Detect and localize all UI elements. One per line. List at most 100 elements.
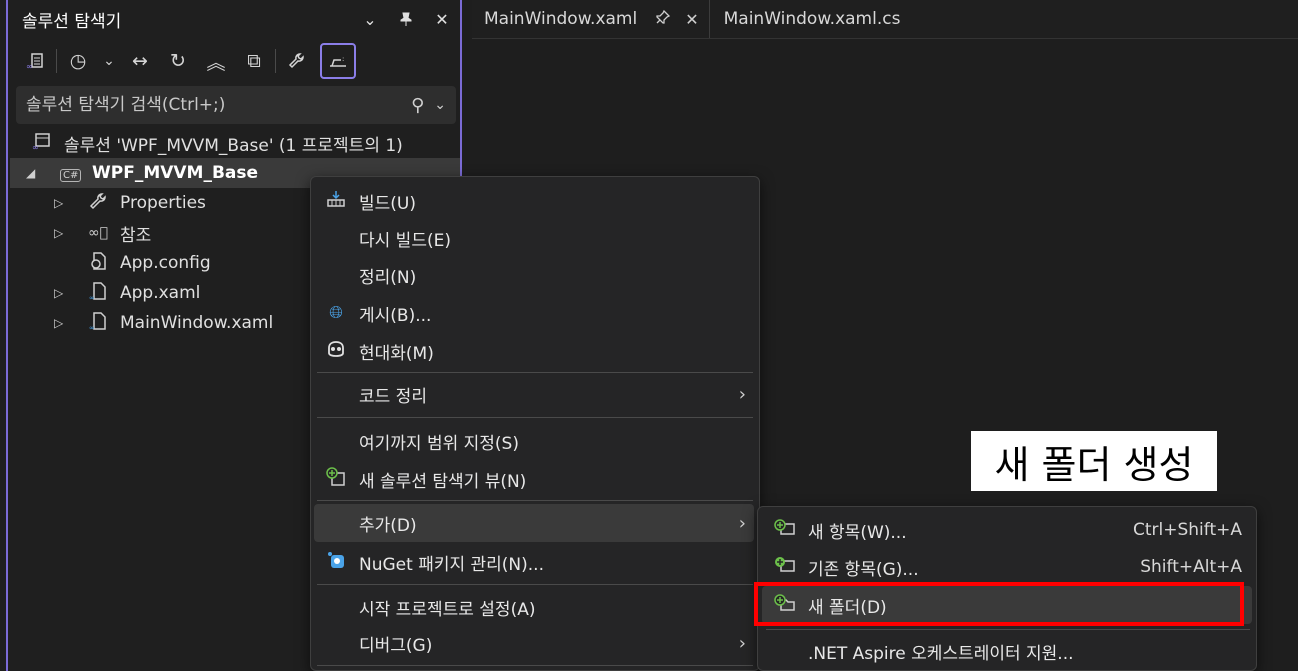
menu-item-set-startup[interactable]: 시작 프로젝트로 설정(A) [314, 588, 754, 626]
collapsed-arrow-icon[interactable]: ▷ [54, 226, 63, 240]
menu-separator [766, 629, 1250, 630]
new-item-icon [774, 519, 796, 541]
tab-label: MainWindow.xaml.cs [723, 9, 901, 29]
menu-item-label: 추가(D) [359, 515, 417, 536]
menu-item-label: 새 솔루션 탐색기 뷰(N) [359, 471, 527, 492]
references-icon: ∞⃝ [88, 225, 109, 241]
menu-item-debug[interactable]: 디버그(G) › [314, 624, 754, 662]
tree-item-label: MainWindow.xaml [120, 313, 274, 333]
copilot-icon [324, 340, 348, 363]
highlight-box [754, 582, 1244, 626]
tab-mainwindow-xaml[interactable]: MainWindow.xaml ✕ [472, 0, 710, 38]
menu-separator [317, 584, 753, 585]
submenu-item-aspire[interactable]: .NET Aspire 오케스트레이터 지원... [762, 632, 1252, 670]
menu-item-modernize[interactable]: 현대화(M) [314, 332, 754, 370]
context-menu: 빌드(U) 다시 빌드(E) 정리(N) 🌐︎ 게시(B)... 현대화(M) … [310, 176, 760, 671]
menu-item-clean[interactable]: 정리(N) [314, 256, 754, 294]
menu-item-build[interactable]: 빌드(U) [314, 182, 754, 220]
search-box[interactable]: ⚲ ⌄ [16, 86, 456, 124]
refresh-icon[interactable]: ↻ [159, 43, 197, 79]
panel-title: 솔루션 탐색기 [22, 11, 122, 32]
config-file-icon [88, 251, 108, 276]
xaml-file-icon: ∞ [88, 281, 108, 306]
properties-wrench-icon[interactable] [278, 43, 316, 79]
shortcut-label: Shift+Alt+A [1140, 557, 1242, 577]
tree-item-label: 솔루션 'WPF_MVVM_Base' (1 프로젝트의 1) [64, 135, 403, 156]
chevron-down-icon[interactable]: ⌄ [97, 43, 121, 79]
menu-separator [317, 417, 753, 418]
xaml-file-icon: ∞ [88, 311, 108, 336]
menu-separator [317, 665, 753, 666]
chevron-right-icon: › [738, 383, 746, 405]
menu-item-label: 코드 정리 [359, 386, 427, 407]
chevron-right-icon: › [738, 632, 746, 654]
menu-item-scope-to-this[interactable]: 여기까지 범위 지정(S) [314, 422, 754, 460]
shortcut-label: Ctrl+Shift+A [1132, 520, 1242, 540]
sync-icon[interactable]: ↔ [121, 43, 159, 79]
toolbar-separator [275, 49, 276, 73]
menu-item-label: 다시 빌드(E) [359, 230, 451, 251]
solution-icon: ∞ [32, 131, 52, 156]
menu-item-label: 게시(B)... [359, 305, 432, 326]
tab-label: MainWindow.xaml [484, 9, 638, 29]
svg-text:∞: ∞ [26, 62, 33, 71]
menu-item-rebuild[interactable]: 다시 빌드(E) [314, 219, 754, 257]
submenu-item-new-item[interactable]: 새 항목(W)... Ctrl+Shift+A [762, 511, 1252, 549]
tab-mainwindow-xaml-cs[interactable]: MainWindow.xaml.cs [710, 0, 911, 38]
collapse-all-icon[interactable]: ︽ [197, 43, 235, 79]
search-input[interactable] [26, 95, 412, 115]
history-icon[interactable]: ◷ [59, 43, 97, 79]
collapsed-arrow-icon[interactable]: ▷ [54, 316, 63, 330]
menu-item-nuget[interactable]: NuGet 패키지 관리(N)... [314, 543, 754, 581]
submenu-item-label: 새 항목(W)... [808, 522, 907, 543]
menu-item-label: NuGet 패키지 관리(N)... [359, 554, 544, 575]
show-all-files-icon[interactable]: ⧉ [235, 43, 273, 79]
collapsed-arrow-icon[interactable]: ▷ [54, 286, 63, 300]
menu-item-code-cleanup[interactable]: 코드 정리 › [314, 375, 754, 413]
expanded-arrow-icon[interactable]: ◢ [26, 166, 35, 180]
tree-item-label: App.xaml [120, 283, 201, 303]
solution-explorer-toolbar: ∞ ◷ ⌄ ↔ ↻ ︽ ⧉ : [10, 40, 460, 82]
svg-text:∞: ∞ [32, 143, 39, 151]
menu-separator [317, 500, 753, 501]
menu-item-new-explorer-view[interactable]: 새 솔루션 탐색기 뷰(N) [314, 460, 754, 498]
menu-item-label: 여기까지 범위 지정(S) [359, 433, 519, 454]
svg-text:∞: ∞ [89, 324, 95, 331]
annotation-label: 새 폴더 생성 [971, 431, 1217, 491]
submenu-item-label: 기존 항목(G)... [808, 559, 919, 580]
menu-item-publish[interactable]: 🌐︎ 게시(B)... [314, 294, 754, 332]
new-view-icon [324, 466, 348, 492]
nuget-icon [324, 550, 348, 575]
submenu-item-existing-item[interactable]: 기존 항목(G)... Shift+Alt+A [762, 548, 1252, 586]
preview-selected-icon[interactable]: : [320, 43, 356, 79]
pin-icon[interactable] [655, 9, 671, 29]
close-icon[interactable]: ✕ [424, 0, 460, 38]
svg-text::: : [342, 55, 344, 63]
pin-icon[interactable] [388, 0, 424, 38]
menu-item-label: 빌드(U) [359, 193, 416, 214]
switch-views-icon[interactable]: ∞ [16, 43, 54, 79]
submenu-item-label: .NET Aspire 오케스트레이터 지원... [808, 643, 1074, 664]
menu-item-label: 시작 프로젝트로 설정(A) [359, 599, 536, 620]
menu-item-add[interactable]: 추가(D) › [314, 504, 754, 542]
toolbar-separator [56, 49, 57, 73]
close-icon[interactable]: ✕ [685, 10, 698, 29]
tree-item-solution[interactable]: ∞ 솔루션 'WPF_MVVM_Base' (1 프로젝트의 1) [10, 128, 460, 158]
menu-item-label: 현대화(M) [359, 343, 434, 364]
publish-globe-icon: 🌐︎ [329, 303, 343, 323]
svg-text:∞: ∞ [89, 294, 95, 301]
dropdown-chevron-icon[interactable]: ⌄ [352, 0, 388, 38]
tree-item-label: App.config [120, 253, 211, 273]
menu-item-label: 정리(N) [359, 267, 417, 288]
collapsed-arrow-icon[interactable]: ▷ [54, 196, 63, 210]
csharp-project-icon: C# [60, 163, 82, 183]
menu-separator [317, 372, 753, 373]
panel-accent [6, 0, 8, 671]
chevron-down-icon[interactable]: ⌄ [434, 97, 446, 113]
editor-tab-bar: MainWindow.xaml ✕ MainWindow.xaml.cs [472, 0, 1298, 38]
tree-item-label: WPF_MVVM_Base [92, 163, 259, 183]
existing-item-icon [774, 556, 796, 578]
search-icon[interactable]: ⚲ [411, 95, 424, 116]
solution-explorer-header: 솔루션 탐색기 ⌄ ✕ [10, 0, 460, 38]
chevron-right-icon: › [738, 512, 746, 534]
